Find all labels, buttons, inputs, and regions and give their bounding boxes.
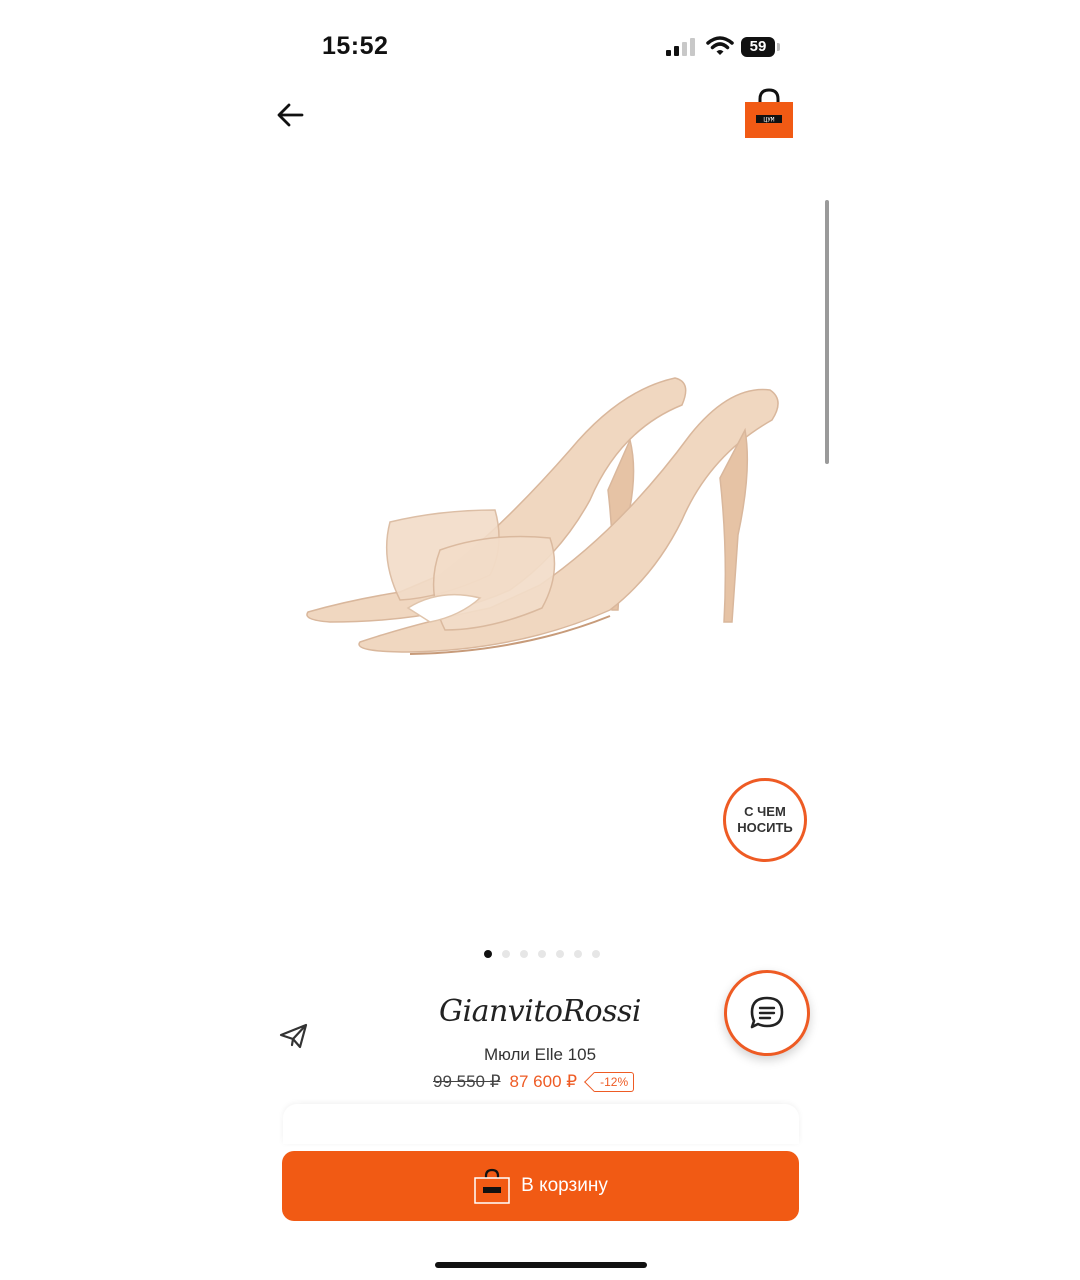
add-to-cart-label: В корзину: [521, 1175, 608, 1196]
pagination-dot[interactable]: [502, 950, 510, 958]
share-icon[interactable]: [279, 1022, 309, 1050]
image-scrollbar[interactable]: [825, 200, 829, 464]
wear-with-line1: С ЧЕМ: [744, 804, 786, 819]
gallery-pagination: [484, 950, 600, 958]
shopping-bag-icon[interactable]: ЦУМ: [743, 88, 795, 140]
arrow-left-icon[interactable]: [272, 96, 310, 134]
shopping-bag-icon: [474, 1168, 510, 1204]
cellular-signal-icon: [666, 38, 698, 56]
old-price: 99 550 ₽: [433, 1072, 501, 1091]
svg-text:ЦУМ: ЦУМ: [764, 117, 775, 124]
pagination-dot[interactable]: [520, 950, 528, 958]
pagination-dot-active[interactable]: [484, 950, 492, 958]
pagination-dot[interactable]: [538, 950, 546, 958]
battery-icon: 59: [741, 37, 775, 57]
details-card-edge: [283, 1104, 799, 1144]
wear-with-line2: НОСИТЬ: [737, 820, 793, 835]
discount-badge: -12%: [594, 1072, 635, 1092]
pagination-dot[interactable]: [574, 950, 582, 958]
product-name: Мюли Elle 105: [483, 1045, 597, 1064]
add-to-cart-button[interactable]: В корзину: [282, 1151, 799, 1221]
wear-with-button[interactable]: С ЧЕМ НОСИТЬ: [723, 778, 807, 862]
battery-cap: [777, 43, 780, 51]
home-indicator[interactable]: [435, 1262, 647, 1268]
chat-bubble-icon: [750, 996, 784, 1029]
wifi-icon: [706, 36, 734, 55]
current-price: 87 600 ₽: [509, 1072, 578, 1091]
pagination-dot[interactable]: [556, 950, 564, 958]
status-time: 15:52: [322, 32, 389, 60]
discount-value: -12%: [600, 1075, 629, 1089]
product-image[interactable]: [290, 360, 790, 670]
price-row: 99 550 ₽ 87 600 ₽ -12%: [433, 1072, 635, 1092]
brand-logo[interactable]: GianvitoRossi: [340, 994, 740, 1029]
pagination-dot[interactable]: [592, 950, 600, 958]
